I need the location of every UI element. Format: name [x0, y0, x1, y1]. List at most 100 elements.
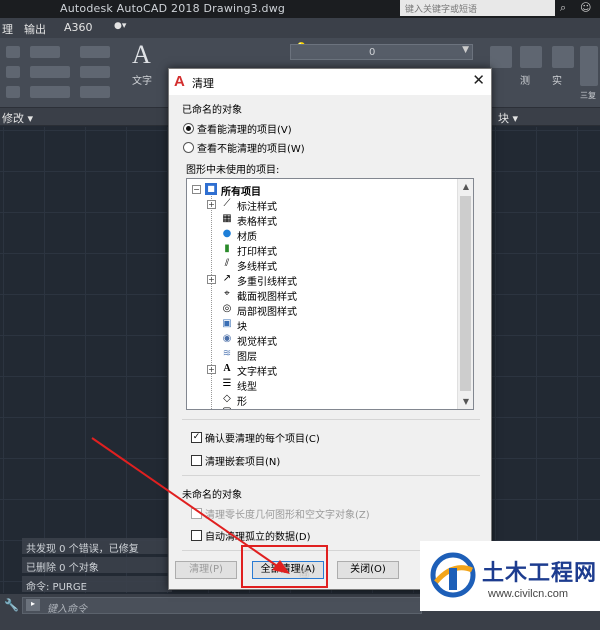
tree-item[interactable]: ◉ 视觉样式: [187, 332, 457, 348]
radio-non-purgeable-label: 查看不能清理的项目(W): [197, 144, 305, 155]
panel-modify-label[interactable]: 修改 ▾: [2, 110, 33, 126]
search-input[interactable]: 键入关键字或短语: [400, 0, 555, 16]
window-title: Autodesk AutoCAD 2018 Drawing3.dwg: [60, 2, 286, 15]
layer-value: 0: [369, 47, 376, 58]
ribbon-icon-7[interactable]: [80, 46, 110, 58]
ribbon-icon-10[interactable]: [490, 46, 512, 68]
tree-root-label: 所有项目: [221, 187, 261, 198]
all-items-icon: ■: [205, 183, 217, 195]
user-icon[interactable]: ☺: [580, 1, 596, 15]
check-zero-length-label: 清理零长度几何图形和空文字对象(Z): [205, 510, 370, 521]
tree-item-root[interactable]: − ■ 所有项目: [187, 182, 457, 198]
radio-dot[interactable]: [183, 142, 194, 153]
command-prompt-icon[interactable]: ▸: [26, 599, 40, 611]
check-orphan-data[interactable]: 自动清理孤立的数据(D): [191, 528, 311, 543]
command-input[interactable]: ▸ 键入命令: [22, 597, 422, 615]
unused-items-tree[interactable]: − ■ 所有项目 + ⟋ 标注样式 ▦ 表格样式 ● 材质 ▮ 打印样式 ⫽ 多…: [186, 178, 474, 410]
tree-item[interactable]: + A 文字样式: [187, 362, 457, 378]
ribbon-icon-11[interactable]: [520, 46, 542, 68]
tree-item[interactable]: ◎ 局部视图样式: [187, 302, 457, 318]
ribbon-icon-2[interactable]: [6, 66, 20, 78]
radio-dot[interactable]: [183, 123, 194, 134]
scroll-down-icon[interactable]: ▼: [458, 394, 473, 409]
purge-button[interactable]: 清理(P): [175, 561, 237, 579]
menu-item-output[interactable]: 输出: [24, 21, 46, 37]
tree-item-label: 多重引线样式: [237, 277, 297, 288]
chevron-down-icon: ▼: [462, 45, 469, 55]
tree-item-label: 局部视图样式: [237, 307, 297, 318]
tree-item[interactable]: ☰ 线型: [187, 377, 457, 393]
search-icon[interactable]: ⌕: [560, 1, 576, 15]
dialog-title-bar[interactable]: A 清理 ✕: [169, 69, 491, 95]
scroll-up-icon[interactable]: ▲: [458, 179, 473, 194]
ribbon-label-3: 三复: [580, 91, 596, 100]
tree-item[interactable]: + ⟋ 标注样式: [187, 197, 457, 213]
close-button[interactable]: 关闭(O): [337, 561, 399, 579]
check-purge-nested[interactable]: 清理嵌套项目(N): [191, 453, 280, 468]
check-confirm-each[interactable]: ✓ 确认要清理的每个项目(C): [191, 430, 320, 445]
tree-item-label: 视觉样式: [237, 337, 277, 348]
expand-icon[interactable]: +: [207, 200, 216, 209]
menu-overflow-icon[interactable]: ●▾: [114, 21, 126, 31]
ribbon-icon-8[interactable]: [80, 66, 110, 78]
tree-item[interactable]: ⌖ 截面视图样式: [187, 287, 457, 303]
checkbox-unchecked[interactable]: [191, 530, 202, 541]
tree-item-label: 截面视图样式: [237, 292, 297, 303]
mleader-style-icon: ↗: [222, 273, 232, 284]
tree-item[interactable]: ⫽ 多线样式: [187, 257, 457, 273]
layer-dropdown[interactable]: 0 ▼: [290, 44, 473, 60]
material-icon: ●: [222, 228, 232, 239]
ribbon-icon-4[interactable]: [30, 46, 60, 58]
check-zero-length[interactable]: 清理零长度几何图形和空文字对象(Z): [191, 506, 370, 521]
watermark-name: 土木工程网: [482, 560, 598, 585]
ribbon-icon-9[interactable]: [80, 86, 110, 98]
menu-item-a360[interactable]: A360: [64, 21, 93, 34]
detail-view-style-icon: ◎: [222, 303, 232, 314]
tree-item[interactable]: + ↗ 多重引线样式: [187, 272, 457, 288]
ribbon-icon-13[interactable]: [580, 46, 598, 86]
section-view-style-icon: ⌖: [224, 288, 230, 299]
tree-item-label: 标注样式: [237, 202, 277, 213]
tree-item[interactable]: ▮ 打印样式: [187, 242, 457, 258]
radio-purgeable[interactable]: 查看能清理的项目(V): [183, 121, 292, 136]
scroll-thumb[interactable]: [460, 196, 471, 391]
wrench-icon[interactable]: 🔧: [4, 598, 19, 612]
watermark: 土木工程网 www.civilcn.com: [420, 541, 600, 611]
checkbox-unchecked[interactable]: [191, 455, 202, 466]
divider: [182, 475, 480, 476]
ribbon-label-measure: 测: [520, 76, 530, 87]
menu-item-manage[interactable]: 理: [2, 21, 13, 37]
tree-item-label: 图层: [237, 352, 257, 363]
checkbox-disabled[interactable]: [191, 508, 202, 519]
tree-scrollbar[interactable]: ▲ ▼: [457, 179, 473, 409]
check-orphan-label: 自动清理孤立的数据(D): [205, 532, 311, 543]
close-icon[interactable]: ✕: [472, 71, 485, 89]
tree-item[interactable]: ▢ 组: [187, 405, 457, 409]
radio-non-purgeable[interactable]: 查看不能清理的项目(W): [183, 140, 305, 155]
tree-item-label: 表格样式: [237, 217, 277, 228]
named-objects-label: 已命名的对象: [182, 105, 242, 116]
ribbon-icon-5[interactable]: [30, 66, 70, 78]
title-bar: Autodesk AutoCAD 2018 Drawing3.dwg 键入关键字…: [0, 0, 600, 18]
layer-icon: ≋: [222, 348, 232, 359]
text-tool-icon[interactable]: A: [132, 40, 151, 70]
tree-item[interactable]: ▦ 表格样式: [187, 212, 457, 228]
ribbon-icon-12[interactable]: [552, 46, 574, 68]
group-icon: ▢: [221, 406, 233, 409]
menu-bar: 理 输出 A360 ●▾: [0, 18, 600, 38]
tree-item[interactable]: ≋ 图层: [187, 347, 457, 363]
panel-block-label[interactable]: 块 ▾: [498, 110, 518, 126]
mouse-cursor-icon: ☝: [300, 565, 309, 581]
block-icon: ▣: [222, 318, 232, 329]
ribbon-icon-6[interactable]: [30, 86, 70, 98]
ribbon-icon-1[interactable]: [6, 46, 20, 58]
multiline-style-icon: ⫽: [224, 258, 230, 269]
expand-icon[interactable]: +: [207, 275, 216, 284]
checkbox-checked[interactable]: ✓: [191, 432, 202, 443]
tree-item[interactable]: ● 材质: [187, 227, 457, 243]
tree-item[interactable]: ▣ 块: [187, 317, 457, 333]
ribbon-icon-3[interactable]: [6, 86, 20, 98]
command-history-line: 命令: PURGE: [22, 576, 172, 593]
collapse-icon[interactable]: −: [192, 185, 201, 194]
expand-icon[interactable]: +: [207, 365, 216, 374]
